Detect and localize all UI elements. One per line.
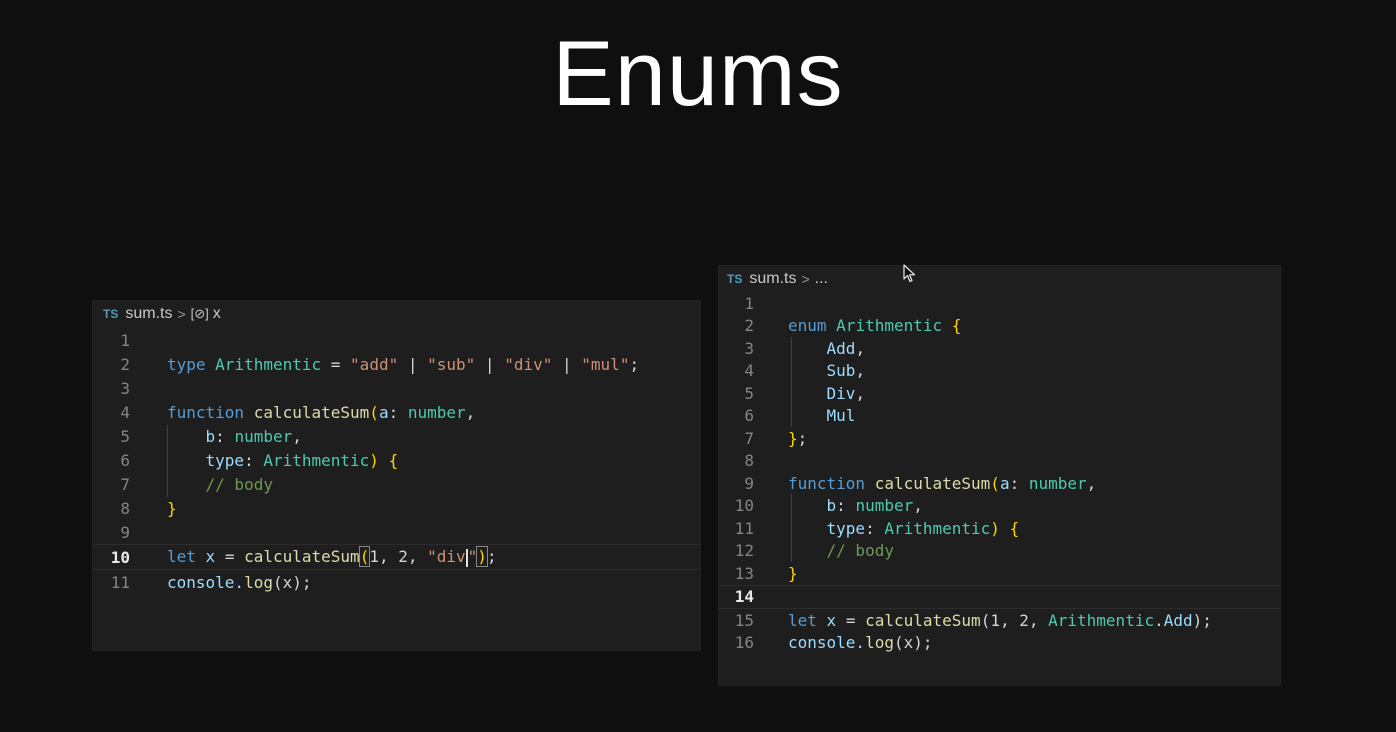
code-line-active[interactable]: 10 let x = calculateSum(1, 2, "div "); — [93, 544, 700, 570]
indent-guide — [167, 425, 168, 497]
code-text: let x = calculateSum(1, 2, Arithmentic.A… — [788, 610, 1212, 630]
slide-title: Enums — [552, 23, 844, 125]
code-text: }; — [788, 428, 808, 448]
line-number: 15 — [734, 610, 754, 630]
line-number: 1 — [744, 293, 754, 313]
code-line[interactable]: 3 — [93, 376, 700, 400]
line-number: 7 — [120, 474, 130, 494]
code-text: type Arithmentic = "add" | "sub" | "div"… — [167, 354, 640, 374]
code-text: enum Arithmentic { — [788, 316, 962, 336]
code-text: Add, — [826, 338, 866, 358]
line-number: 5 — [120, 426, 130, 446]
line-number: 7 — [744, 428, 754, 448]
code-text: // body — [826, 541, 894, 561]
indent-guide — [791, 494, 792, 562]
code-line[interactable]: 5 b: number, — [93, 424, 700, 448]
breadcrumb-file[interactable]: sum.ts — [749, 270, 796, 288]
line-number-active: 14 — [734, 587, 754, 607]
code-text: function calculateSum(a: number, — [788, 473, 1097, 493]
line-number: 2 — [744, 316, 754, 336]
code-line[interactable]: 6 Mul — [719, 405, 1280, 428]
code-line[interactable]: 4 function calculateSum(a: number, — [93, 400, 700, 424]
indent-guide — [791, 337, 792, 427]
code-line[interactable]: 1 — [719, 292, 1280, 315]
chevron-right-icon: > — [177, 306, 186, 322]
code-lines: 1 2 enum Arithmentic { 3 Add, 4 Sub, 5 D… — [719, 292, 1280, 654]
code-text: type: Arithmentic) { — [826, 518, 1020, 538]
line-number: 3 — [120, 378, 130, 398]
code-line[interactable]: 7 }; — [719, 427, 1280, 450]
line-number: 11 — [734, 518, 754, 538]
code-line[interactable]: 6 type: Arithmentic) { — [93, 448, 700, 472]
code-line[interactable]: 12 // body — [719, 540, 1280, 563]
code-line-active[interactable]: 14 — [719, 584, 1280, 609]
code-text: Div, — [826, 383, 866, 403]
code-line[interactable]: 3 Add, — [719, 337, 1280, 360]
code-line[interactable]: 16 console.log(x); — [719, 632, 1280, 655]
code-line[interactable]: 9 function calculateSum(a: number, — [719, 472, 1280, 495]
mouse-pointer-icon — [903, 264, 916, 283]
code-text: Mul — [826, 406, 856, 426]
code-line[interactable]: 7 // body — [93, 472, 700, 496]
line-number: 4 — [120, 402, 130, 422]
line-number: 10 — [734, 496, 754, 516]
code-text: b: number, — [205, 426, 302, 446]
code-line[interactable]: 8 — [719, 450, 1280, 473]
breadcrumb: TS sum.ts > ... — [719, 266, 1280, 292]
chevron-right-icon: > — [801, 271, 810, 287]
line-number: 1 — [120, 330, 130, 350]
code-editor-right[interactable]: TS sum.ts > ... 1 2 enum Arithmentic { 3… — [719, 266, 1280, 685]
code-text: } — [788, 563, 798, 583]
code-line[interactable]: 8 } — [93, 496, 700, 520]
breadcrumb-more[interactable]: ... — [815, 270, 828, 288]
code-text: console.log(x); — [788, 633, 933, 653]
code-line[interactable]: 4 Sub, — [719, 360, 1280, 383]
line-number: 5 — [744, 383, 754, 403]
typescript-file-icon: TS — [103, 307, 119, 321]
code-line[interactable]: 11 type: Arithmentic) { — [719, 517, 1280, 540]
code-line[interactable]: 11 console.log(x); — [93, 570, 700, 594]
line-number: 6 — [120, 450, 130, 470]
line-number: 9 — [744, 473, 754, 493]
code-line[interactable]: 15 let x = calculateSum(1, 2, Arithmenti… — [719, 609, 1280, 632]
code-text: console.log(x); — [167, 572, 312, 592]
line-number: 4 — [744, 361, 754, 381]
typescript-file-icon: TS — [727, 272, 743, 286]
code-text: } — [167, 498, 177, 518]
breadcrumb-file[interactable]: sum.ts — [125, 305, 172, 323]
line-number: 16 — [734, 633, 754, 653]
code-text: Sub, — [826, 361, 866, 381]
code-line[interactable]: 1 — [93, 328, 700, 352]
code-text: let x = calculateSum(1, 2, "div "); — [167, 546, 497, 568]
code-editor-left[interactable]: TS sum.ts > [⊘] x 1 2 type Arithmentic =… — [93, 301, 700, 650]
code-text: b: number, — [826, 496, 923, 516]
line-number: 8 — [744, 451, 754, 471]
code-text: type: Arithmentic) { — [205, 450, 399, 470]
breadcrumb-symbol[interactable]: x — [213, 305, 221, 323]
code-text: function calculateSum(a: number, — [167, 402, 476, 422]
line-number: 12 — [734, 541, 754, 561]
code-line[interactable]: 5 Div, — [719, 382, 1280, 405]
breadcrumb: TS sum.ts > [⊘] x — [93, 301, 700, 327]
code-line[interactable]: 2 type Arithmentic = "add" | "sub" | "di… — [93, 352, 700, 376]
code-line[interactable]: 10 b: number, — [719, 495, 1280, 518]
code-line[interactable]: 2 enum Arithmentic { — [719, 315, 1280, 338]
line-number: 13 — [734, 563, 754, 583]
line-number-active: 10 — [110, 547, 130, 567]
code-line[interactable]: 13 } — [719, 562, 1280, 585]
code-text: // body — [205, 474, 273, 494]
line-number: 2 — [120, 354, 130, 374]
variable-symbol-icon: [⊘] — [190, 306, 209, 321]
line-number: 3 — [744, 338, 754, 358]
code-line[interactable]: 9 — [93, 520, 700, 544]
line-number: 11 — [110, 572, 130, 592]
line-number: 9 — [120, 522, 130, 542]
line-number: 8 — [120, 498, 130, 518]
line-number: 6 — [744, 406, 754, 426]
code-lines: 1 2 type Arithmentic = "add" | "sub" | "… — [93, 328, 700, 594]
